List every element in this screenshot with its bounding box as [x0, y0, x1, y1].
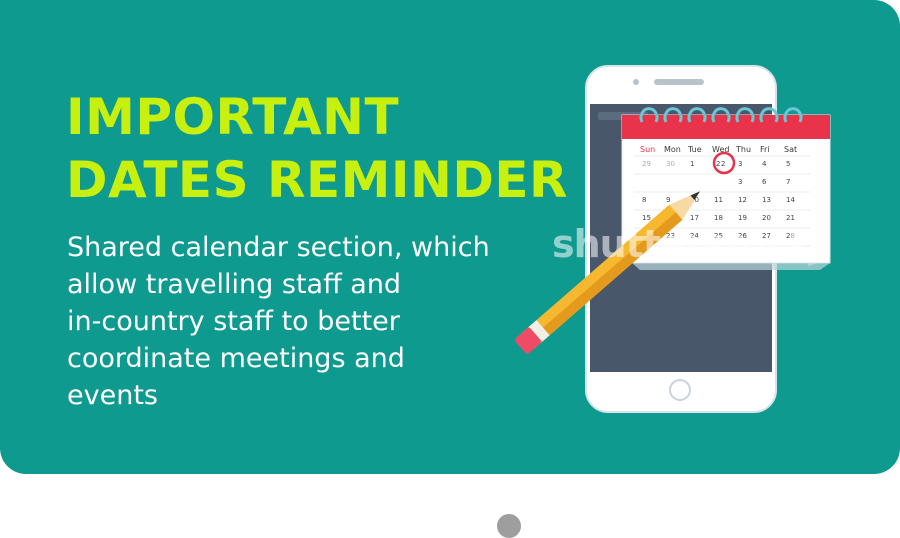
day-cell: 9: [666, 196, 670, 204]
weekday-mon: Mon: [664, 145, 681, 154]
weekday-sat: Sat: [784, 145, 797, 154]
day-cell: 18: [714, 214, 723, 222]
day-cell: 29: [642, 160, 651, 168]
description-line-1: Shared calendar section, which: [67, 232, 490, 263]
weekday-fri: Fri: [760, 145, 770, 154]
day-cell: 6: [762, 178, 767, 186]
day-cell: 21: [786, 214, 795, 222]
weekday-tue: Tue: [687, 145, 702, 154]
day-cell: 4: [762, 160, 767, 168]
day-cell: 8: [642, 196, 646, 204]
day-cell: 17: [690, 214, 699, 222]
day-cell: 3: [738, 178, 742, 186]
slide-description: Shared calendar section, which allow tra…: [67, 229, 537, 414]
day-cell: 12: [738, 196, 747, 204]
day-cell: 11: [714, 196, 723, 204]
day-cell: 19: [738, 214, 747, 222]
slide-card: IMPORTANT DATES REMINDER Shared calendar…: [0, 0, 900, 474]
weekday-sun: Sun: [640, 145, 655, 154]
day-cell: 7: [786, 178, 790, 186]
watermark-text: shutterstock: [552, 222, 813, 266]
day-cell: 1: [690, 160, 694, 168]
day-cell: 14: [786, 196, 795, 204]
day-cell: 20: [762, 214, 771, 222]
description-line-4: coordinate meetings and: [67, 343, 405, 374]
weekday-thu: Thu: [735, 145, 751, 154]
day-cell: 2: [716, 160, 720, 168]
description-line-2: allow travelling staff and: [67, 269, 402, 300]
circled-day: 2: [721, 160, 725, 168]
day-cell: 5: [786, 160, 790, 168]
day-cell: 13: [762, 196, 771, 204]
description-line-5: events: [67, 380, 158, 411]
day-cell: 3: [738, 160, 742, 168]
day-cell: 15: [642, 214, 651, 222]
pagination-dot[interactable]: [497, 514, 521, 538]
day-cell: 30: [666, 160, 675, 168]
description-line-3: in-country staff to better: [67, 306, 400, 337]
